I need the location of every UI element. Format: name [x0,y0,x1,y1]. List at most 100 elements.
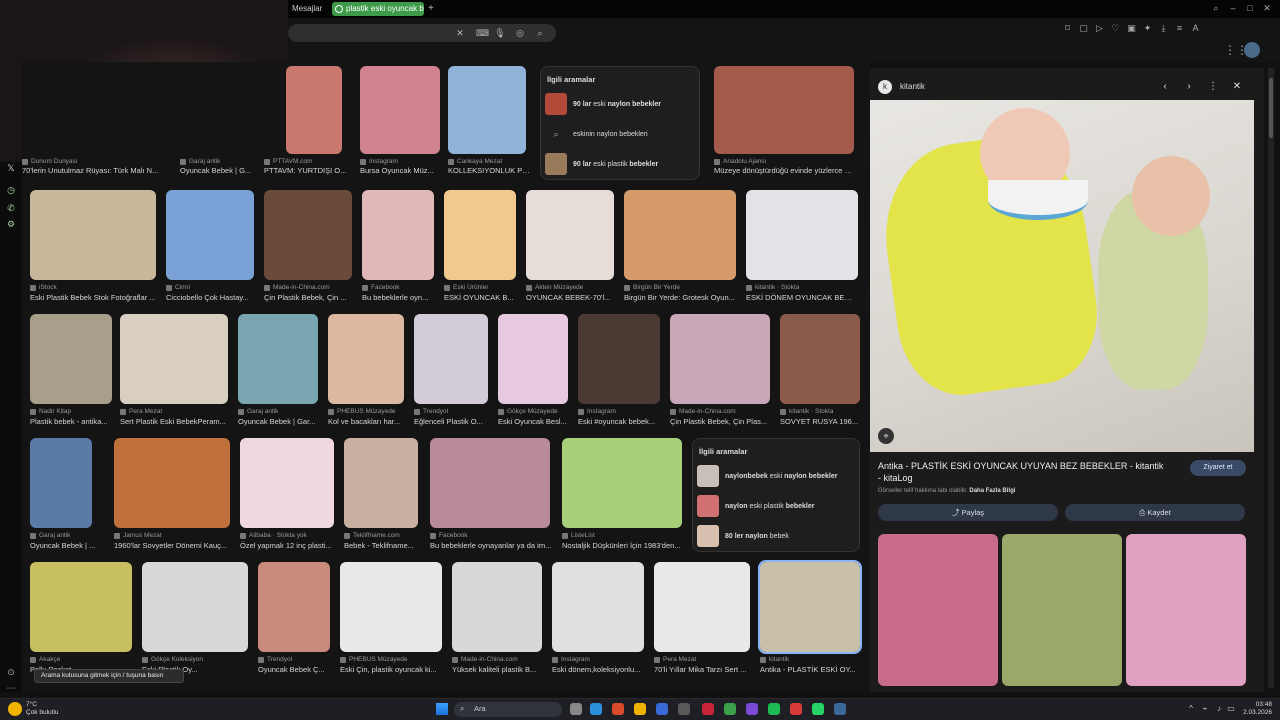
result-image[interactable] [286,66,342,154]
app-icon[interactable] [612,703,624,715]
result-title[interactable]: 70'li Yıllar Mika Tarzı Sert ... [654,665,750,674]
ai-icon[interactable]: A [1191,22,1200,34]
heart-icon[interactable]: ♡ [1111,22,1120,34]
minimize-icon[interactable]: – [1228,2,1238,14]
result-image[interactable] [114,438,230,528]
result-image[interactable] [360,66,440,154]
visit-button[interactable]: Ziyaret et [1190,460,1246,476]
result-image[interactable] [414,314,488,404]
bookmark-icon[interactable]: ⌑ [1063,22,1072,34]
result-title[interactable]: Plastik bebek - antika... [30,417,112,426]
app-icon[interactable] [678,703,690,715]
next-arrow-icon[interactable]: › [1182,80,1196,94]
result-title[interactable]: SOVYET RUSYA 196... [780,417,860,426]
result-image[interactable] [30,562,132,652]
save-button[interactable]: ⎙ Kaydet [1065,504,1245,521]
tab-mesajlar[interactable]: Mesajlar [292,2,322,16]
file-explorer-icon[interactable] [634,703,646,715]
result-image[interactable] [746,190,858,280]
search-icon[interactable]: ⌕ [534,27,546,39]
result-image[interactable] [344,438,418,528]
result-image[interactable] [498,314,568,404]
result-title[interactable]: PTTAVM: YURTDIŞI O... [264,166,350,175]
preview-site-name[interactable]: kitantik [900,82,925,91]
result-title[interactable]: 1960'lar Sovyetler Dönemi Kauç... [114,541,230,550]
result-title[interactable]: Eski #oyuncak bebek... [578,417,660,426]
prev-arrow-icon[interactable]: ‹ [1158,80,1172,94]
result-title[interactable]: Sert Plastik Eski BebekPeram... [120,417,228,426]
result-title[interactable]: Birgün Bir Yerde: Grotesk Oyun... [624,293,736,302]
result-title[interactable]: Özel yapmak 12 inç plasti... [240,541,334,550]
result-image[interactable] [328,314,404,404]
result-image[interactable] [780,314,860,404]
task-view-icon[interactable] [570,703,582,715]
app-icon[interactable] [746,703,758,715]
result-image[interactable] [452,562,542,652]
result-image[interactable] [578,314,660,404]
close-icon[interactable]: ✕ [1230,80,1244,94]
license-link[interactable]: Daha Fazla Bilgi [969,488,1015,494]
weather-icon[interactable] [8,702,22,716]
search-tabs-icon[interactable]: ⌕ [1211,2,1221,14]
screenshot-icon[interactable]: ▢ [1079,22,1088,34]
result-image[interactable] [258,562,330,652]
result-image[interactable] [444,190,516,280]
result-title[interactable]: Cicciobello Çok Hastay... [166,293,254,302]
clock-icon[interactable]: ◷ [5,184,17,196]
result-title[interactable]: Eski Çin, plastik oyuncak ki... [340,665,442,674]
result-image[interactable] [30,438,92,528]
result-title[interactable]: KOLLEKSIYONLUK PL... [448,166,530,175]
x-icon[interactable]: 𝕏 [5,162,17,174]
result-image[interactable] [758,560,862,654]
settings-icon[interactable]: ≡ [1175,22,1184,34]
preview-title[interactable]: Antika - PLASTİK ESKİ OYUNCAK UYUYAN BEZ… [878,460,1168,484]
volume-icon[interactable]: ♪ [1214,703,1224,715]
result-image[interactable] [238,314,318,404]
network-icon[interactable]: ⌁ [1200,703,1210,715]
result-image[interactable] [430,438,550,528]
chrome-icon[interactable] [724,703,736,715]
result-title[interactable]: Eski Plastik Bebek Stok Fotoğraflar ... [30,293,156,302]
gx-icon[interactable]: ⊙ [5,666,17,678]
result-title[interactable]: Oyuncak Bebek | ... [30,541,100,550]
result-title[interactable]: Eğlenceli Plastik O... [414,417,488,426]
result-title[interactable]: ESKİ OYUNCAK B... [444,293,516,302]
opera-gx-icon[interactable] [702,703,714,715]
preview-image[interactable] [870,100,1254,452]
result-image[interactable] [340,562,442,652]
more-options-icon[interactable]: ⋮ [1206,80,1220,94]
clock-time[interactable]: 03:48 [1240,701,1272,708]
result-title[interactable]: 70'lerin Unutulmaz Rüyası: Türk Malı N..… [22,166,162,175]
result-title[interactable]: Eski Oyuncak Besl... [498,417,568,426]
result-image[interactable] [362,190,434,280]
result-image[interactable] [448,66,526,154]
start-button[interactable] [436,703,448,715]
share-button[interactable]: ⤴ Paylaş [878,504,1058,521]
result-image[interactable] [142,562,248,652]
result-image[interactable] [30,190,156,280]
whatsapp-icon[interactable] [812,703,824,715]
steam-icon[interactable] [834,703,846,715]
result-title[interactable]: Antika - PLASTİK ESKİ OY... [760,665,860,674]
result-title[interactable]: OYUNCAK BEBEK-70'l... [526,293,614,302]
related-item[interactable]: naylon eski plastik bebekler [697,495,849,517]
lens-search-icon[interactable]: ⌖ [878,428,894,444]
extensions-icon[interactable]: ✦ [1143,22,1152,34]
keyboard-icon[interactable]: ⌨ [476,27,489,39]
result-title[interactable]: Bebek - Teklifname... [344,541,418,550]
clear-icon[interactable]: ✕ [454,27,466,39]
scrollbar[interactable] [1268,68,1274,688]
result-image[interactable] [670,314,770,404]
related-image[interactable] [1126,534,1246,686]
result-image[interactable] [120,314,228,404]
play-icon[interactable]: ▷ [1095,22,1104,34]
box-icon[interactable]: ▣ [1127,22,1136,34]
result-image[interactable] [240,438,334,528]
new-tab-button[interactable]: + [428,2,434,16]
result-image[interactable] [562,438,682,528]
result-title[interactable]: Çin Plastik Bebek, Çin Plas... [670,417,770,426]
related-image[interactable] [878,534,998,686]
more-icon[interactable]: ⋯ [5,682,17,694]
result-title[interactable]: Bu bebeklerle oynayanlar ya da im... [430,541,554,550]
related-item[interactable]: naylonbebek eski naylon bebekler [697,465,849,487]
